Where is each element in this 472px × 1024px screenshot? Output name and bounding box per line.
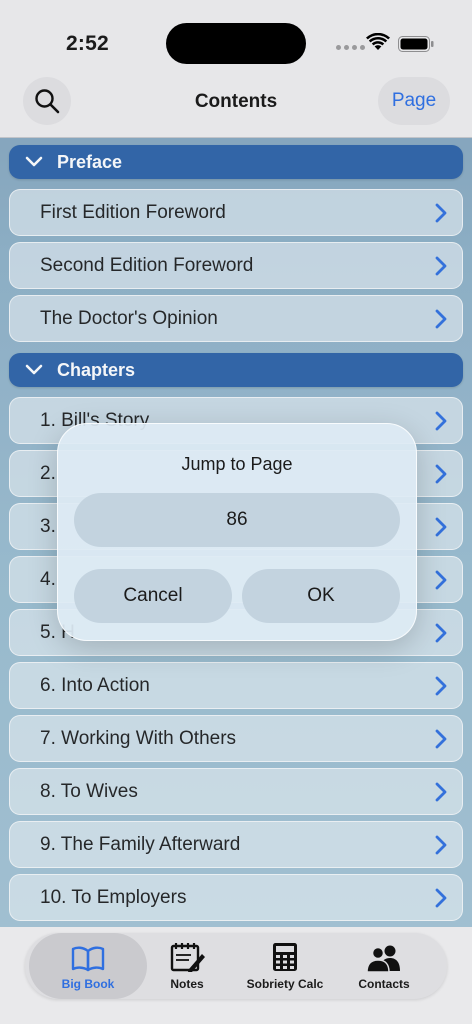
top-bar: 2:52 Contents Page — [0, 0, 472, 138]
tab-bar: Big Book Notes Sobriety Calc Contacts — [25, 933, 447, 999]
tab-big-book[interactable]: Big Book — [29, 933, 147, 999]
dialog-title: Jump to Page — [181, 454, 293, 474]
tab-label: Notes — [170, 976, 204, 991]
wifi-icon — [366, 33, 390, 50]
cellular-signal-icon — [336, 45, 365, 50]
status-time: 2:52 — [66, 32, 109, 55]
dynamic-island — [166, 23, 306, 64]
cancel-button[interactable]: Cancel — [74, 569, 232, 623]
tab-label: Big Book — [61, 976, 115, 991]
tab-sobriety-calc[interactable]: Sobriety Calc — [237, 933, 333, 999]
tab-label: Contacts — [358, 976, 410, 991]
notes-icon — [169, 942, 205, 972]
tab-contacts[interactable]: Contacts — [339, 933, 429, 999]
tab-notes[interactable]: Notes — [137, 933, 237, 999]
jump-to-page-dialog: Jump to Page Cancel OK — [57, 423, 417, 641]
contacts-icon — [366, 942, 402, 972]
battery-icon — [398, 36, 434, 52]
book-icon — [71, 942, 105, 972]
page-button[interactable]: Page — [378, 77, 450, 125]
calculator-icon — [272, 942, 298, 972]
ok-button[interactable]: OK — [242, 569, 400, 623]
tab-label: Sobriety Calc — [246, 976, 324, 991]
page-number-input[interactable] — [74, 493, 400, 547]
